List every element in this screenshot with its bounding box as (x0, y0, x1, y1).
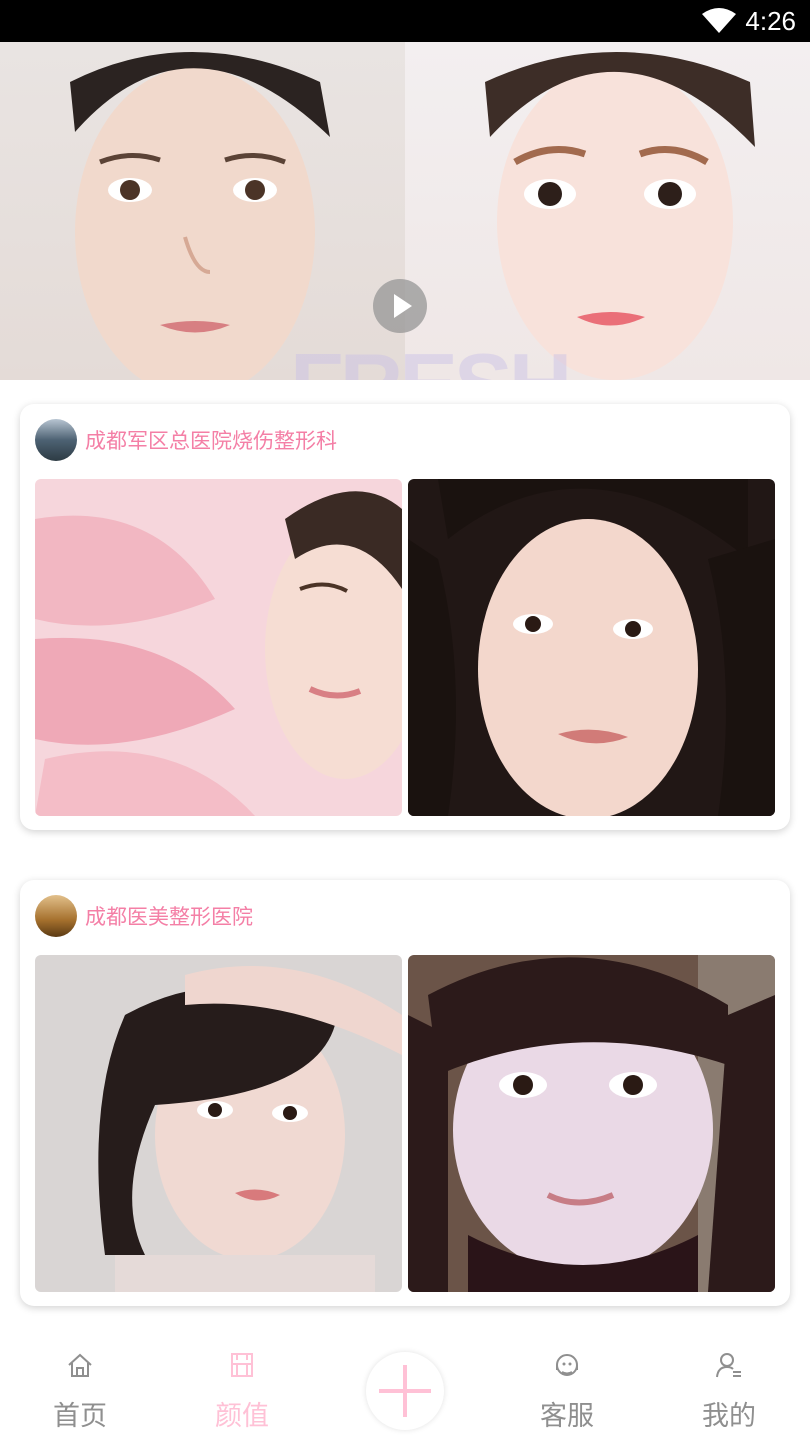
add-button[interactable] (366, 1352, 444, 1430)
wifi-icon (702, 8, 736, 33)
tab-beauty[interactable]: 颜值 (182, 1350, 302, 1433)
status-bar: 4:26 (0, 0, 810, 42)
customer-service-icon (556, 1354, 578, 1376)
play-icon[interactable] (373, 279, 427, 333)
case-photo[interactable] (35, 479, 402, 816)
beauty-icon (231, 1353, 253, 1377)
home-icon (68, 1353, 92, 1377)
tab-label: 我的 (702, 1401, 756, 1432)
plus-icon (379, 1365, 431, 1417)
hospital-avatar (35, 419, 77, 461)
before-photo (0, 42, 405, 380)
tab-label: 客服 (540, 1401, 594, 1432)
banner-video[interactable]: FRESH (0, 42, 810, 380)
case-photo[interactable] (408, 955, 775, 1292)
hospital-avatar (35, 895, 77, 937)
tab-label: 颜值 (215, 1401, 269, 1432)
card-header: 成都军区总医院烧伤整形科 (35, 418, 337, 462)
hospital-name[interactable]: 成都军区总医院烧伤整形科 (85, 425, 337, 455)
brand-mark: FRESH (290, 334, 572, 380)
profile-icon (716, 1353, 741, 1378)
card-header: 成都医美整形医院 (35, 894, 253, 938)
tab-label: 首页 (53, 1401, 107, 1432)
after-photo (405, 42, 810, 380)
status-time: 4:26 (745, 6, 796, 36)
tab-home[interactable]: 首页 (20, 1350, 140, 1433)
case-photo[interactable] (408, 479, 775, 816)
tab-profile[interactable]: 我的 (669, 1350, 789, 1433)
bottom-tab-bar: 首页 颜值 客服 我的 (0, 1330, 810, 1440)
tab-customer-service[interactable]: 客服 (507, 1350, 627, 1433)
hospital-card[interactable]: 成都医美整形医院 (20, 880, 790, 1306)
hospital-card[interactable]: 成都军区总医院烧伤整形科 (20, 404, 790, 830)
hospital-name[interactable]: 成都医美整形医院 (85, 901, 253, 931)
case-photo[interactable] (35, 955, 402, 1292)
